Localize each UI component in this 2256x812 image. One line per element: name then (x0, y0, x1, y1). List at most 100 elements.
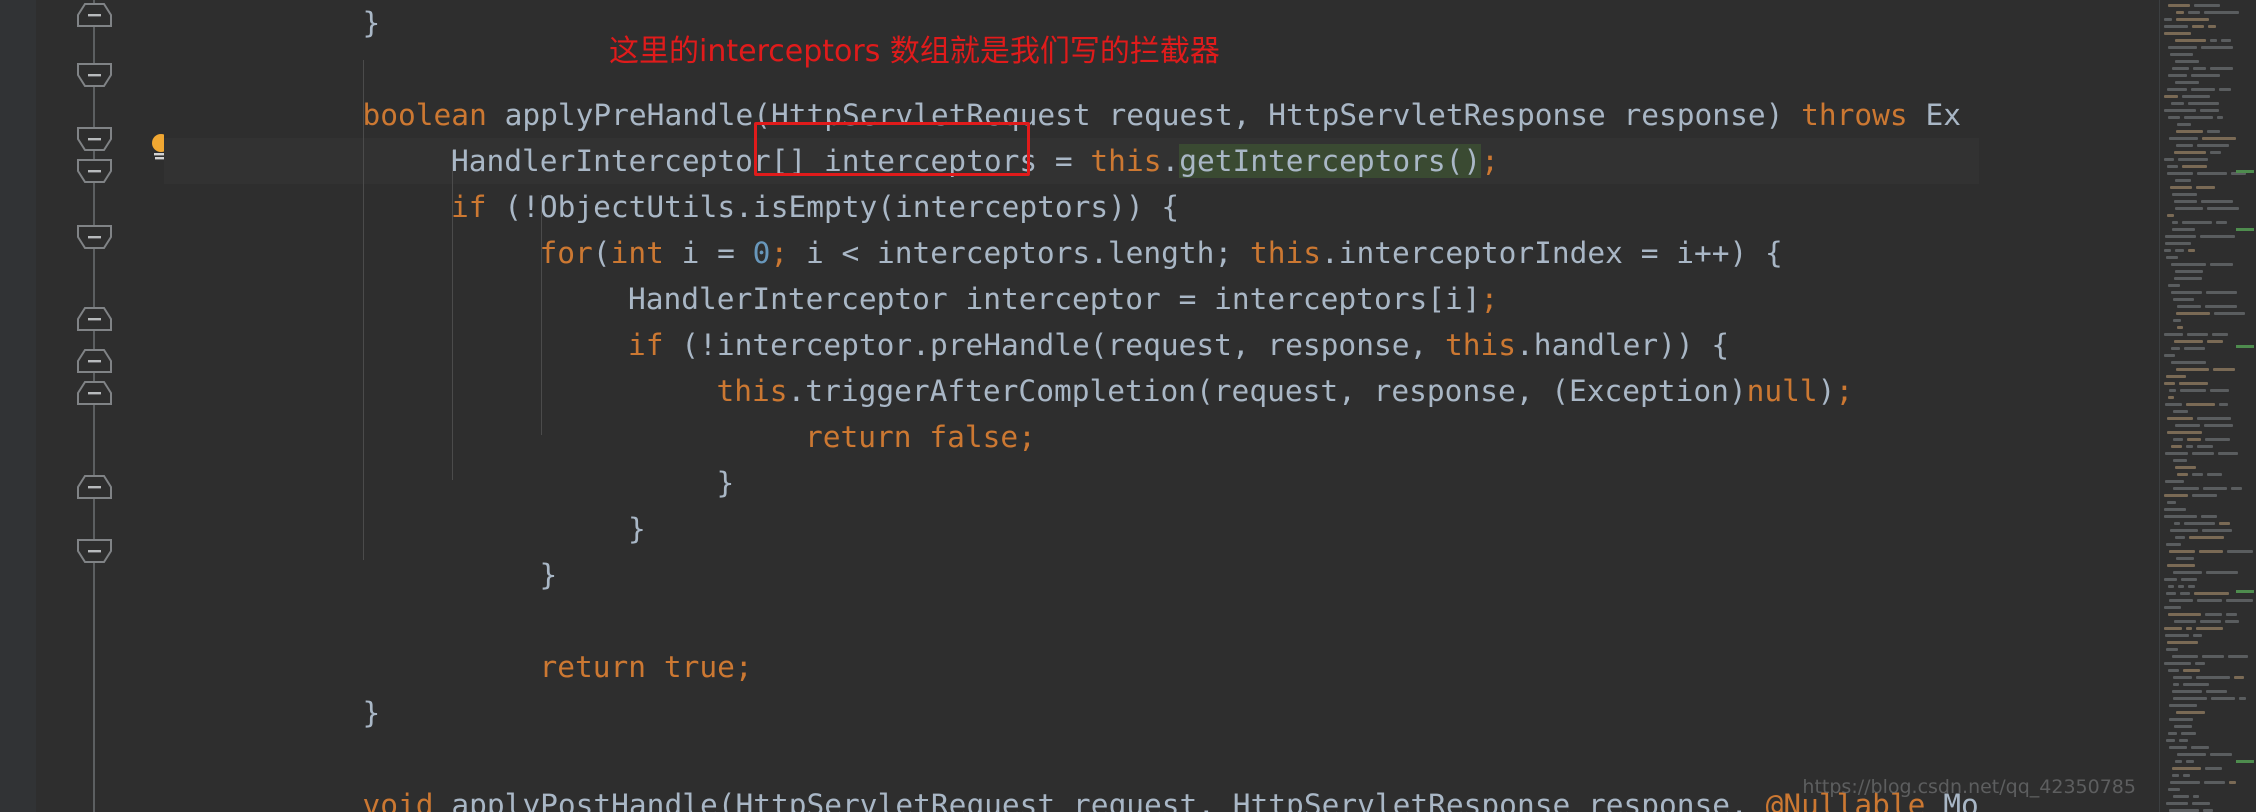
minimap-line (2173, 571, 2202, 574)
code-line[interactable]: this.triggerAfterCompletion(request, res… (164, 368, 1979, 414)
code-token: HandlerInterceptor interceptor = interce… (628, 282, 1481, 316)
code-line[interactable]: return false; (164, 414, 1979, 460)
code-token: ; (1480, 282, 1499, 316)
minimap-line (2166, 256, 2178, 259)
fold-marker-icon[interactable] (76, 538, 113, 564)
minimap-line (2187, 333, 2208, 336)
fold-marker-icon[interactable] (76, 474, 113, 500)
minimap-line (2177, 753, 2206, 756)
minimap-line (2177, 326, 2183, 329)
minimap-line (2169, 599, 2193, 602)
minimap-change-marker (2236, 760, 2254, 763)
code-line[interactable]: } (164, 460, 1979, 506)
code-token: return (539, 650, 664, 684)
indent-guide (363, 60, 364, 560)
code-line[interactable]: for(int i = 0; i < interceptors.length; … (164, 230, 1979, 276)
code-line[interactable]: return true; (164, 644, 1979, 690)
minimap-line (2197, 144, 2229, 147)
minimap-line (2167, 417, 2193, 420)
minimap-line (2171, 291, 2202, 294)
code-line[interactable] (164, 736, 1979, 782)
minimap-line (2179, 382, 2208, 385)
fold-marker-icon[interactable] (76, 224, 113, 250)
minimap-line (2172, 193, 2197, 196)
code-line[interactable]: } (164, 690, 1979, 736)
code-line[interactable]: } (164, 552, 1979, 598)
minimap-line (2164, 95, 2178, 98)
minimap-line (2226, 613, 2237, 616)
code-token: ) (1817, 374, 1836, 408)
minimap-line (2173, 298, 2194, 301)
minimap-line (2191, 74, 2220, 77)
minimap-line (2228, 655, 2248, 658)
minimap-line (2172, 67, 2189, 70)
minimap-line (2202, 655, 2224, 658)
minimap-change-marker (2236, 590, 2254, 593)
minimap-line (2170, 53, 2193, 56)
code-line[interactable]: void applyPostHandle(HttpServletRequest … (164, 782, 1979, 812)
minimap-line (2187, 438, 2201, 441)
code-fold-rail (93, 0, 95, 812)
code-token: (!ObjectUtils.isEmpty(interceptors)) { (504, 190, 1180, 224)
minimap-line (2167, 165, 2178, 168)
minimap-line (2204, 11, 2239, 14)
minimap-line (2205, 305, 2237, 308)
code-token: applyPreHandle(HttpServletRequest reques… (504, 98, 1802, 132)
minimap-line (2201, 200, 2233, 203)
editor-annotations-strip[interactable] (0, 0, 36, 812)
minimap-line (2217, 116, 2223, 119)
minimap-line (2234, 676, 2244, 679)
minimap-line (2164, 109, 2196, 112)
minimap-line (2192, 802, 2210, 805)
code-line[interactable]: if (!ObjectUtils.isEmpty(interceptors)) … (164, 184, 1979, 230)
code-surface[interactable]: } boolean applyPreHandle(HttpServletRequ… (164, 0, 2256, 812)
minimap-line (2164, 382, 2175, 385)
fold-marker-icon[interactable] (76, 62, 113, 88)
code-lines[interactable]: } boolean applyPreHandle(HttpServletRequ… (164, 0, 1979, 812)
minimap-line (2165, 480, 2184, 483)
minimap-line (2173, 459, 2187, 462)
minimap-line (2176, 557, 2194, 560)
minimap-line (2168, 396, 2174, 399)
minimap-line (2169, 704, 2197, 707)
code-token: Ex (1925, 98, 1961, 132)
minimap-line (2184, 116, 2213, 119)
code-token: null (1746, 374, 1818, 408)
code-line[interactable]: } (164, 506, 1979, 552)
fold-marker-icon[interactable] (76, 2, 113, 28)
code-line[interactable] (164, 598, 1979, 644)
code-token: i = (681, 236, 753, 270)
fold-marker-icon[interactable] (76, 348, 113, 374)
minimap-line (2179, 739, 2188, 742)
code-line[interactable]: boolean applyPreHandle(HttpServletReques… (164, 92, 1979, 138)
code-token: ; (1018, 420, 1036, 454)
code-line[interactable]: if (!interceptor.preHandle(request, resp… (164, 322, 1979, 368)
minimap-line (2205, 613, 2222, 616)
code-minimap[interactable] (2159, 0, 2256, 812)
minimap-change-marker (2236, 345, 2254, 348)
minimap-line (2174, 277, 2202, 280)
fold-marker-icon[interactable] (76, 306, 113, 332)
minimap-line (2180, 389, 2206, 392)
minimap-line (2186, 445, 2193, 448)
minimap-line (2216, 221, 2227, 224)
minimap-line (2174, 151, 2206, 154)
editor-gutter[interactable] (36, 0, 170, 812)
minimap-line (2188, 102, 2219, 105)
minimap-line (2167, 172, 2193, 175)
minimap-line (2206, 571, 2238, 574)
code-line[interactable]: HandlerInterceptor[] interceptors = this… (164, 138, 1979, 184)
fold-marker-icon[interactable] (76, 380, 113, 406)
fold-marker-icon[interactable] (76, 158, 113, 184)
code-editor: } boolean applyPreHandle(HttpServletRequ… (0, 0, 2256, 812)
minimap-line (2183, 774, 2190, 777)
code-token: .handler)) { (1516, 328, 1730, 362)
fold-marker-icon[interactable] (76, 126, 113, 152)
minimap-line (2201, 515, 2217, 518)
minimap-line (2175, 39, 2206, 42)
minimap-line (2175, 60, 2199, 63)
minimap-line (2168, 74, 2187, 77)
code-token: getInterceptors() (1179, 144, 1482, 178)
code-line[interactable]: HandlerInterceptor interceptor = interce… (164, 276, 1979, 322)
minimap-line (2164, 578, 2177, 581)
